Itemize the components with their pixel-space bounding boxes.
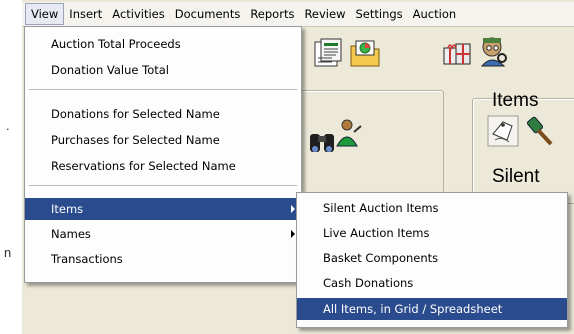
item-tag-icon[interactable] <box>486 114 520 148</box>
folder-chart-icon[interactable] <box>348 36 382 70</box>
menubar: View Insert Activities Documents Reports… <box>22 2 574 27</box>
menu-item-names-label: Names <box>51 227 91 241</box>
person-icon[interactable] <box>332 116 366 150</box>
menu-activities[interactable]: Activities <box>107 4 169 24</box>
items-panel-title: Items <box>492 90 539 111</box>
gift-icon[interactable] <box>440 36 474 70</box>
menu-view[interactable]: View <box>25 3 65 25</box>
menu-item-names[interactable]: Names <box>25 223 301 245</box>
page-fragment-n: n <box>4 245 12 260</box>
submenu-arrow-icon <box>291 205 295 213</box>
view-menu: Auction Total Proceeds Donation Value To… <box>24 26 302 283</box>
menu-item-auction-total-proceeds[interactable]: Auction Total Proceeds <box>25 33 301 55</box>
submenu-arrow-icon <box>291 230 295 238</box>
document-list-icon[interactable] <box>312 36 346 70</box>
submenu-item-live-auction-items[interactable]: Live Auction Items <box>297 222 567 244</box>
menu-item-donation-value-total[interactable]: Donation Value Total <box>25 59 301 81</box>
menu-documents[interactable]: Documents <box>170 4 246 24</box>
menu-settings[interactable]: Settings <box>350 4 407 24</box>
page-fragment-dot: . <box>6 118 10 133</box>
silent-label: Silent <box>492 166 540 187</box>
submenu-item-silent-auction-items[interactable]: Silent Auction Items <box>297 197 567 219</box>
menu-item-items[interactable]: Items <box>25 198 301 220</box>
menu-reports[interactable]: Reports <box>245 4 299 24</box>
gavel-icon[interactable] <box>520 114 554 148</box>
menu-item-donations-for-selected-name[interactable]: Donations for Selected Name <box>25 103 301 125</box>
submenu-item-cash-donations[interactable]: Cash Donations <box>297 272 567 294</box>
menu-item-transactions[interactable]: Transactions <box>25 248 301 270</box>
menu-separator <box>29 185 297 186</box>
menu-item-reservations-for-selected-name[interactable]: Reservations for Selected Name <box>25 155 301 177</box>
submenu-item-all-items-grid[interactable]: All Items, in Grid / Spreadsheet <box>297 298 567 320</box>
left-margin <box>0 0 22 334</box>
menu-item-purchases-for-selected-name[interactable]: Purchases for Selected Name <box>25 129 301 151</box>
menu-auction[interactable]: Auction <box>408 4 462 24</box>
submenu-item-basket-components[interactable]: Basket Components <box>297 247 567 269</box>
menu-insert[interactable]: Insert <box>64 4 107 24</box>
menu-separator <box>29 89 297 90</box>
menu-item-items-label: Items <box>51 202 84 216</box>
items-submenu: Silent Auction Items Live Auction Items … <box>296 192 568 328</box>
person-search-icon[interactable] <box>476 34 510 68</box>
menu-review[interactable]: Review <box>299 4 350 24</box>
